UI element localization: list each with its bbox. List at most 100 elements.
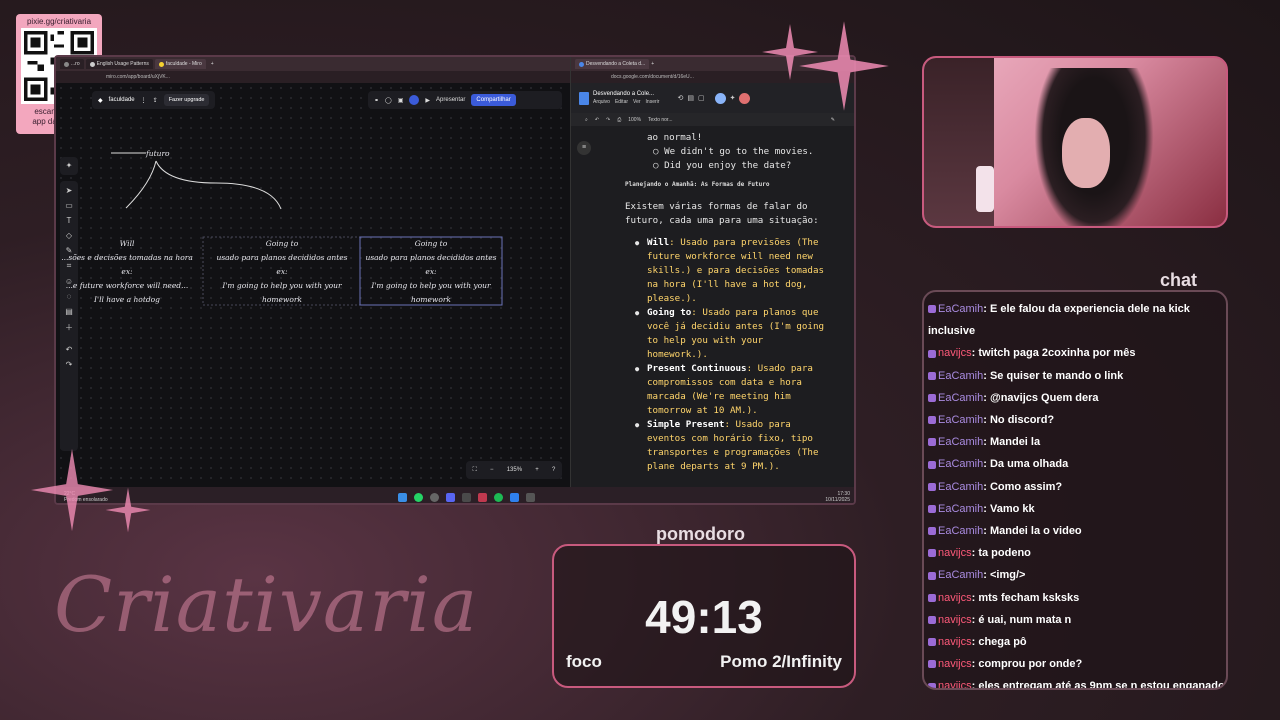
chat-badge-icon (928, 593, 936, 602)
docs-format-toolbar: ⌕ ↶ ↷ ⎙ 100% Texto nor... ✎ (571, 113, 854, 126)
whatsapp-icon[interactable] (413, 492, 423, 502)
chat-username[interactable]: EaCamih (938, 569, 983, 581)
print-icon[interactable]: ⎙ (617, 117, 621, 123)
start-icon[interactable] (397, 492, 407, 502)
chat-username[interactable]: navijcs (938, 547, 972, 559)
chat-username[interactable]: EaCamih (938, 458, 983, 470)
doc-sub-bullet: ○ We didn't go to the movies. (653, 146, 814, 157)
chat-username[interactable]: EaCamih (938, 503, 983, 515)
screen-capture: ...ro English Usage Patterns faculdade -… (54, 55, 856, 505)
chat-username[interactable]: navijcs (938, 680, 972, 688)
chat-badge-icon (928, 660, 936, 669)
browser-tab[interactable]: ...ro (60, 59, 84, 69)
qr-url: pixie.gg/criativaria (26, 17, 92, 26)
webcam-face (1062, 118, 1110, 188)
zoom-level[interactable]: 135% (507, 467, 522, 473)
miro-board-canvas[interactable]: ◆ faculdade ⋮ ⇪ Fazer upgrade ⚭ ◯ ▣ ▶ Ap… (56, 83, 570, 487)
chat-text: : @navijcs Quem dera (983, 391, 1099, 404)
chat-text: : twitch paga 2coxinha por mês (971, 347, 1136, 360)
browser-tab-active[interactable]: faculdade - Miro (154, 59, 206, 69)
menu-view[interactable]: Ver (633, 99, 641, 105)
style-select[interactable]: Texto nor... (648, 117, 672, 123)
node-title: Will (119, 239, 135, 248)
taskbar-clock[interactable]: 17:30 10/11/2025 (825, 491, 850, 503)
explorer-icon[interactable] (461, 492, 471, 502)
chat-username[interactable]: navijcs (938, 636, 972, 648)
doc-bullet-text: : Usado para previsões (The future workf… (647, 237, 825, 304)
meet-icon[interactable]: ▢ (698, 94, 705, 102)
doc-text-line: ao normal! (647, 132, 703, 143)
discord-icon[interactable] (445, 492, 455, 502)
zoom-in-icon[interactable]: + (535, 467, 539, 473)
chat-message: navijcs: comprou por onde? (928, 653, 1218, 675)
miro-tab-bar: ...ro English Usage Patterns faculdade -… (56, 57, 570, 71)
browser-tab-active[interactable]: Desvendando a Coleta d... (575, 59, 650, 69)
chat-username[interactable]: navijcs (938, 614, 972, 626)
node-line: ex: (121, 267, 133, 276)
redo-icon[interactable]: ↷ (606, 117, 610, 123)
user-avatar[interactable] (739, 92, 751, 104)
document-title[interactable]: Desvendando a Cole... (593, 91, 659, 97)
gemini-icon[interactable]: ✦ (730, 94, 736, 102)
comment-icon[interactable]: ▤ (687, 94, 694, 102)
spotify-icon[interactable] (493, 492, 503, 502)
doc-bullet-keyword: Present Continuous (647, 363, 747, 374)
chat-username[interactable]: navijcs (938, 658, 972, 670)
chat-username[interactable]: EaCamih (938, 481, 983, 493)
vscode-icon[interactable] (509, 492, 519, 502)
mindmap-going-to-node[interactable]: Going to usado para planos decididos ant… (204, 237, 360, 307)
menu-file[interactable]: Arquivo (593, 99, 610, 105)
chat-text: : Da uma olhada (983, 458, 1069, 471)
chat-message: EaCamih: @navijcs Quem dera (928, 387, 1218, 409)
chat-message: navijcs: twitch paga 2coxinha por mês (928, 342, 1218, 364)
chat-message: navijcs: ta podeno (928, 542, 1218, 564)
edit-mode-icon[interactable]: ✎ (831, 117, 835, 123)
chat-username[interactable]: EaCamih (938, 414, 983, 426)
new-tab-icon[interactable]: + (651, 61, 654, 67)
mindmap-going-to-node-selected[interactable]: Going to usado para planos decididos ant… (360, 237, 502, 307)
obs-icon[interactable] (429, 492, 439, 502)
mindmap-root-node[interactable]: futuro (146, 147, 170, 161)
fit-icon[interactable]: ⛶ (473, 467, 477, 474)
address-bar[interactable]: miro.com/app/board/uXjVK... (56, 71, 570, 83)
node-line: usado para planos decididos antes (216, 253, 348, 262)
tab-label: faculdade - Miro (165, 61, 202, 67)
chat-username[interactable]: navijcs (938, 592, 972, 604)
chat-username[interactable]: EaCamih (938, 525, 983, 537)
chat-username[interactable]: EaCamih (938, 392, 983, 404)
docs-favicon-icon (579, 61, 584, 67)
url-text: miro.com/app/board/uXjVK... (106, 74, 170, 80)
pomodoro-label: pomodoro (656, 524, 745, 544)
document-body[interactable]: ao normal! ○ We didn't go to the movies.… (577, 131, 851, 487)
chat-message: navijcs: é uai, num mata n (928, 609, 1218, 631)
docs-logo-icon (579, 91, 589, 105)
undo-icon[interactable]: ↶ (595, 117, 599, 123)
node-line: ...e future workforce will need... (65, 281, 189, 290)
history-icon[interactable]: ⟲ (677, 94, 683, 102)
mindmap-will-node[interactable]: Will ...sões e decisões tomadas na hora … (56, 237, 204, 307)
chat-username[interactable]: EaCamih (938, 370, 983, 382)
docs-browser-window: Desvendando a Coleta d... + docs.google.… (570, 57, 854, 487)
browser-icon[interactable] (477, 492, 487, 502)
terminal-icon[interactable] (525, 492, 535, 502)
share-avatar[interactable] (714, 92, 726, 104)
node-line: ex: (276, 267, 288, 276)
node-line: I'm going to help you with your (222, 281, 342, 290)
menu-insert[interactable]: Inserir (646, 99, 660, 105)
chat-badge-icon (928, 615, 936, 624)
chat-badge-icon (928, 460, 936, 469)
help-icon[interactable]: ? (552, 467, 555, 473)
menu-edit[interactable]: Editar (615, 99, 628, 105)
zoom-select[interactable]: 100% (628, 117, 641, 123)
chat-message: EaCamih: Mandei la o video (928, 520, 1218, 542)
windows-taskbar: 22°C Predom ensolarado 17:30 10/11/2025 (56, 487, 854, 503)
doc-heading: Planejando o Amanhã: As Formas de Futuro (625, 181, 770, 188)
zoom-out-icon[interactable]: − (490, 467, 494, 473)
new-tab-icon[interactable]: + (211, 61, 214, 67)
chat-username[interactable]: navijcs (938, 347, 972, 359)
chat-username[interactable]: EaCamih (938, 303, 983, 315)
chat-username[interactable]: EaCamih (938, 436, 983, 448)
search-icon[interactable]: ⌕ (585, 117, 588, 123)
browser-tab[interactable]: English Usage Patterns (85, 59, 153, 69)
node-line: ex: (425, 267, 437, 276)
